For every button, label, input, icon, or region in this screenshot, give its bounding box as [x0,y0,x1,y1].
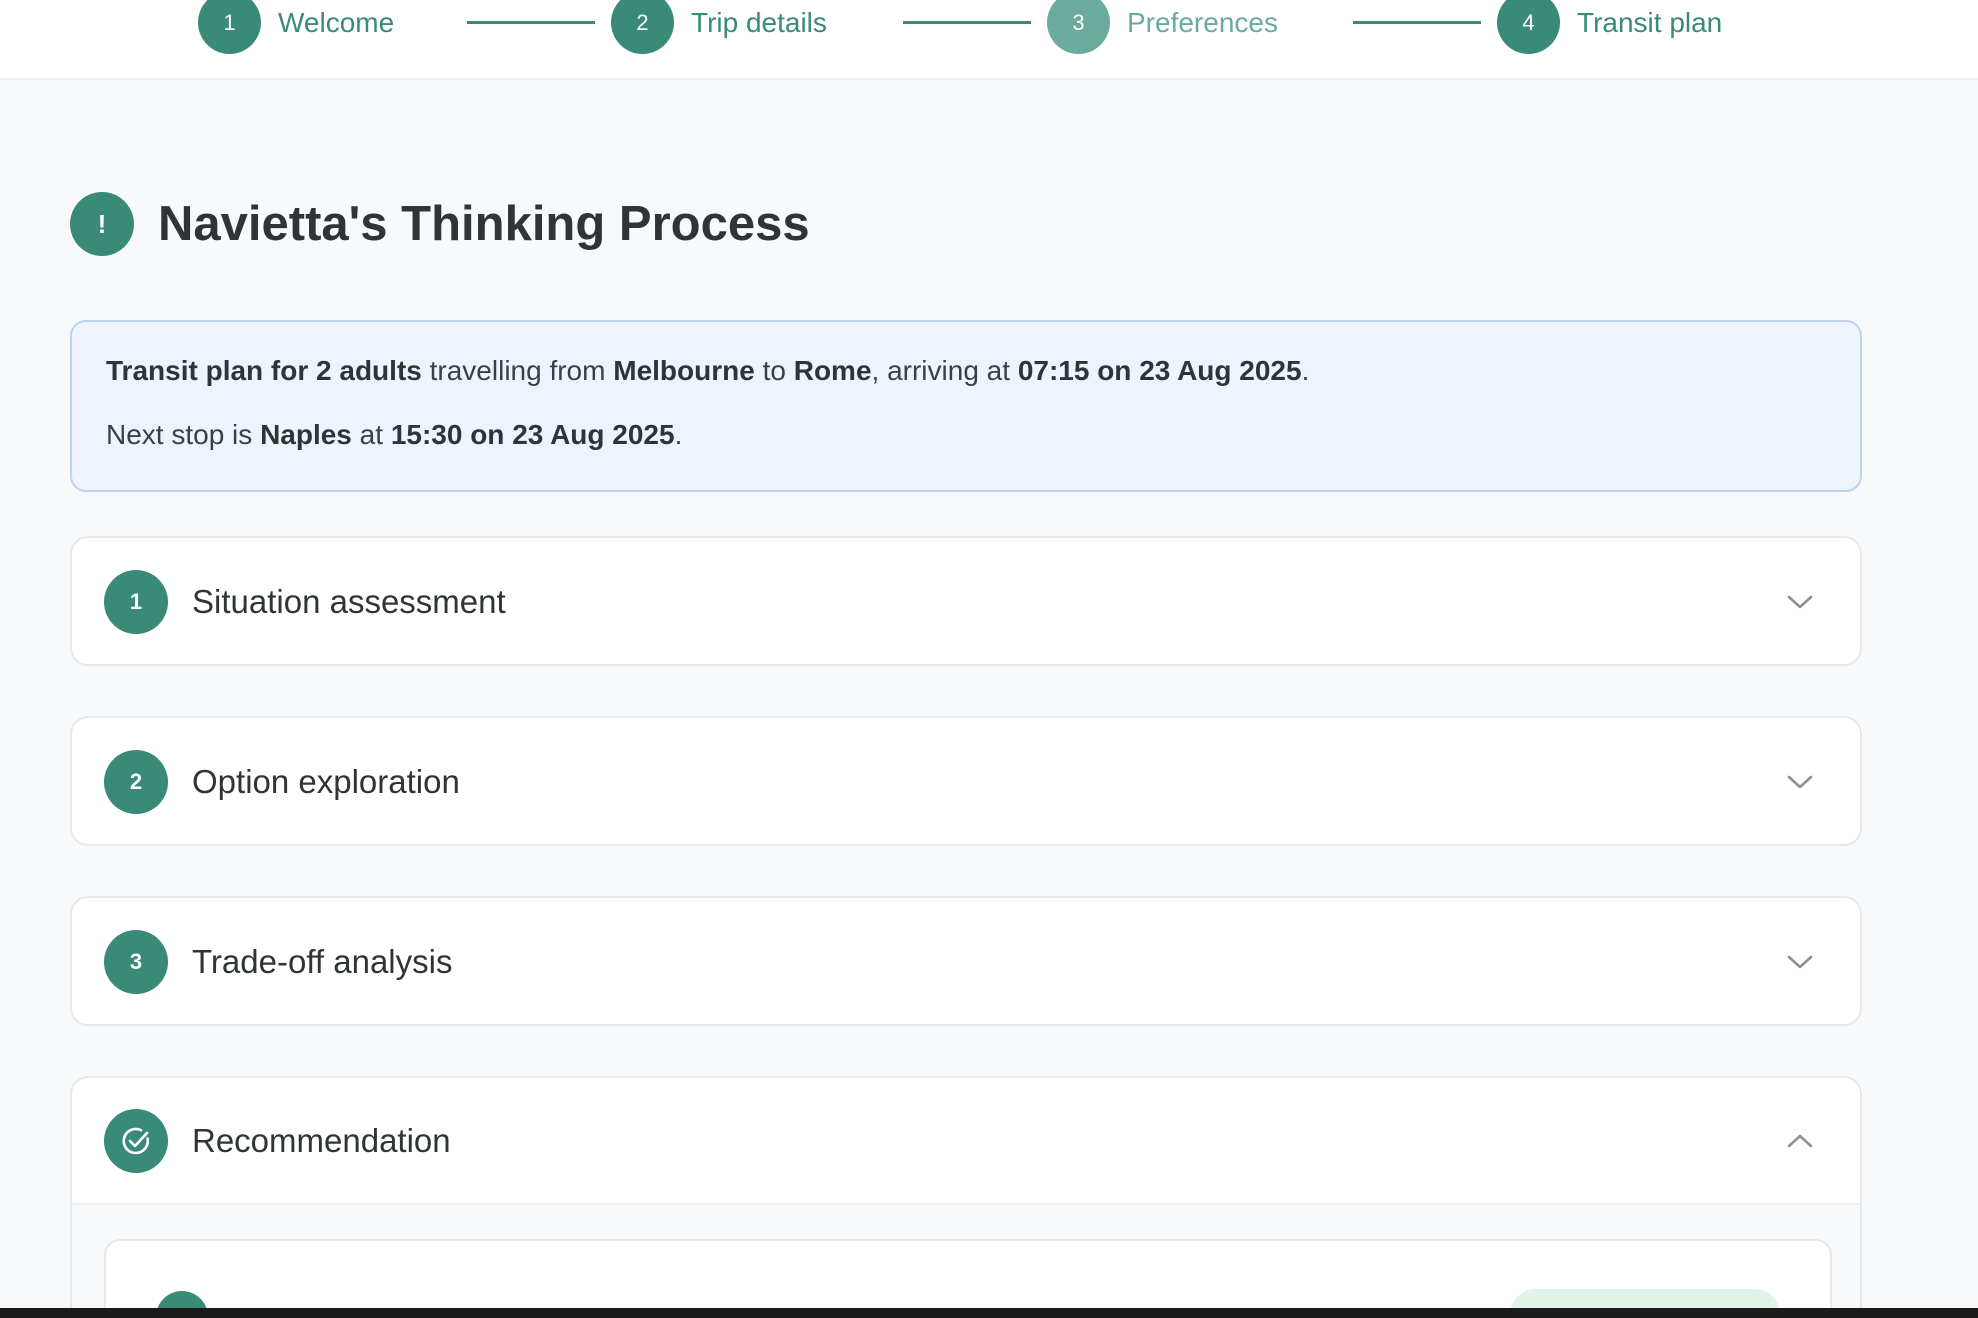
section-option-exploration: 2 Option exploration [70,716,1862,846]
step-label: Preferences [1127,6,1278,38]
trip-summary: Transit plan for 2 adults travelling fro… [70,320,1862,492]
summary-next-stop-time: 15:30 on 23 Aug 2025 [390,419,675,450]
progress-stepper: 1 Welcome 2 Trip details 3 Preferences 4… [0,0,1978,80]
alert-icon: ! [70,192,134,256]
section-number: 1 [104,569,168,634]
summary-next-stop: Naples [260,419,352,450]
summary-party: Transit plan for 2 adults [106,355,422,386]
step-connector [903,21,1031,24]
section-header[interactable]: 3 Trade-off analysis [72,898,1860,1025]
step-label: Welcome [278,6,395,38]
summary-text: . [1301,355,1310,386]
chevron-down-icon[interactable] [1786,953,1814,971]
step-number: 4 [1497,0,1560,54]
page-title: Navietta's Thinking Process [158,197,810,251]
summary-text: Next stop is [106,419,261,450]
summary-line-trip: Transit plan for 2 adults travelling fro… [106,354,1826,388]
chevron-down-icon[interactable] [1786,773,1814,791]
step-trip-details[interactable]: 2 Trip details [611,0,827,54]
section-title: Trade-off analysis [192,942,453,980]
summary-text: travelling from [421,355,614,386]
section-title: Option exploration [192,762,460,800]
section-header[interactable]: 1 Situation assessment [72,538,1860,665]
section-recommendation: Recommendation [70,1076,1862,1318]
step-connector [467,21,595,24]
recommendation-option-card[interactable] [104,1239,1832,1318]
chevron-down-icon[interactable] [1786,593,1814,611]
step-number: 1 [198,0,261,54]
summary-line-next-stop: Next stop is Naples at 15:30 on 23 Aug 2… [106,418,1826,452]
summary-origin: Melbourne [613,355,755,386]
section-situation-assessment: 1 Situation assessment [70,536,1862,666]
chevron-up-icon[interactable] [1786,1132,1814,1150]
summary-text: . [674,419,683,450]
summary-text: to [754,355,794,386]
section-number: 2 [104,749,168,814]
summary-text: , arriving at [871,355,1018,386]
step-number: 3 [1047,0,1110,54]
step-preferences[interactable]: 3 Preferences [1047,0,1278,54]
page-heading: ! Navietta's Thinking Process [70,192,810,256]
step-label: Transit plan [1577,6,1723,38]
check-circle-icon [104,1108,168,1173]
section-title: Situation assessment [192,582,506,620]
summary-text: at [351,419,391,450]
window-bottom-edge [0,1308,1978,1318]
section-header[interactable]: 2 Option exploration [72,718,1860,845]
summary-destination: Rome [793,355,872,386]
summary-arrival-time: 07:15 on 23 Aug 2025 [1017,355,1302,386]
section-number: 3 [104,929,168,994]
step-transit-plan[interactable]: 4 Transit plan [1497,0,1722,54]
section-body [72,1205,1860,1318]
step-label: Trip details [691,6,827,38]
step-welcome[interactable]: 1 Welcome [198,0,394,54]
step-connector [1353,21,1481,24]
section-header[interactable]: Recommendation [72,1078,1860,1205]
step-number: 2 [611,0,674,54]
section-trade-off-analysis: 3 Trade-off analysis [70,896,1862,1026]
section-title: Recommendation [192,1121,451,1159]
